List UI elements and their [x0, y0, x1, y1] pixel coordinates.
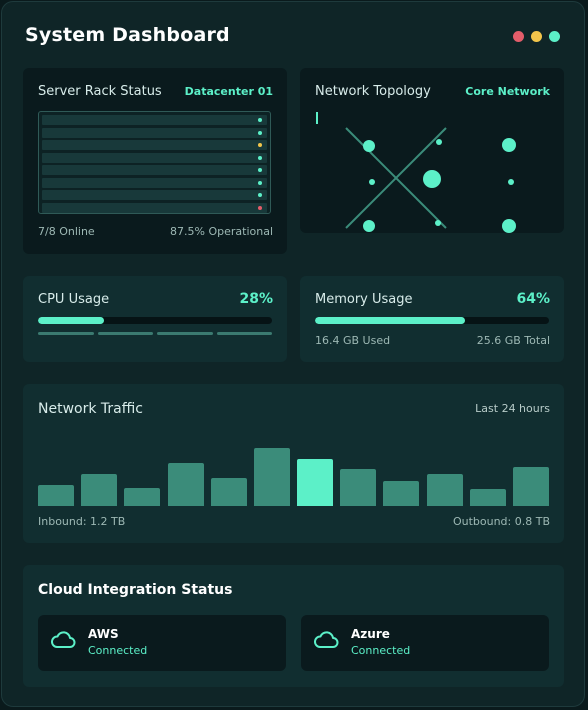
- network-topology-card: Network Topology Core Network: [300, 68, 564, 233]
- traffic-bar: [513, 466, 549, 506]
- traffic-bar: [253, 448, 290, 506]
- topology-graph: [316, 112, 516, 233]
- window-controls: [513, 31, 560, 42]
- topology-node: [502, 138, 516, 152]
- topology-node: [435, 220, 441, 226]
- rack-unit: [42, 165, 267, 175]
- provider-status: Connected: [88, 644, 148, 657]
- provider-name: Azure: [351, 627, 390, 641]
- server-rack: [38, 111, 271, 214]
- provider-status: Connected: [351, 644, 411, 657]
- cloud-integration-title: Cloud Integration Status: [38, 582, 233, 598]
- cloud-provider-aws[interactable]: AWS Connected: [38, 615, 286, 671]
- network-traffic-card: Network Traffic Last 24 hours Inbound: 1…: [23, 384, 564, 543]
- traffic-bar: [81, 474, 118, 506]
- cloud-integration-card: Cloud Integration Status AWS Connected A…: [23, 565, 564, 687]
- rack-unit: [42, 202, 267, 213]
- rack-status-led: [258, 205, 262, 210]
- provider-name: AWS: [88, 627, 119, 641]
- traffic-bar: [38, 485, 74, 506]
- traffic-bar-chart: [38, 436, 549, 506]
- cpu-core-segment: [157, 332, 213, 335]
- cpu-core-segment: [38, 332, 94, 335]
- rack-unit: [42, 177, 267, 188]
- cpu-usage-percent: 28%: [239, 291, 273, 307]
- rack-unit: [42, 115, 267, 125]
- memory-usage-title: Memory Usage: [315, 292, 413, 307]
- topology-node: [363, 140, 375, 152]
- close-dot[interactable]: [513, 31, 524, 42]
- rack-status-led: [258, 118, 262, 122]
- rack-status-led: [258, 180, 262, 185]
- rack-unit: [42, 152, 267, 163]
- dashboard-window: System Dashboard Server Rack Status Data…: [1, 1, 585, 707]
- rack-status-led: [258, 168, 262, 172]
- topology-node: [363, 220, 375, 232]
- cpu-core-indicators: [38, 332, 272, 335]
- traffic-bar: [383, 481, 420, 506]
- traffic-period: Last 24 hours: [475, 402, 550, 415]
- rack-status-led: [258, 155, 262, 160]
- traffic-bar: [210, 478, 247, 506]
- cloud-provider-azure[interactable]: Azure Connected: [301, 615, 549, 671]
- rack-unit: [42, 140, 267, 150]
- traffic-bar: [340, 469, 377, 506]
- topology-node: [502, 219, 516, 233]
- inbound-total: Inbound: 1.2 TB: [38, 515, 126, 528]
- topology-node: [508, 179, 514, 185]
- maximize-dot[interactable]: [549, 31, 560, 42]
- cpu-core-segment: [216, 332, 272, 335]
- memory-total: 25.6 GB Total: [476, 334, 550, 347]
- outbound-total: Outbound: 0.8 TB: [452, 515, 550, 528]
- traffic-bar: [426, 474, 463, 506]
- rack-status-led: [258, 130, 262, 135]
- datacenter-badge: Datacenter 01: [184, 85, 273, 98]
- cpu-core-segment: [97, 332, 153, 335]
- memory-usage-bar: [315, 317, 549, 324]
- server-rack-card: Server Rack Status Datacenter 01 7/8 Onl…: [23, 68, 287, 254]
- cpu-usage-fill: [38, 317, 104, 324]
- network-traffic-title: Network Traffic: [38, 401, 143, 417]
- rack-status-led: [258, 143, 262, 147]
- traffic-bar: [469, 488, 506, 506]
- traffic-bar: [167, 463, 204, 506]
- rack-unit: [42, 190, 267, 200]
- topology-hub: [423, 170, 441, 188]
- cloud-icon: [314, 631, 339, 648]
- traffic-bar: [297, 459, 334, 506]
- minimize-dot[interactable]: [531, 31, 542, 42]
- memory-usage-fill: [315, 317, 465, 324]
- memory-usage-card: Memory Usage 64% 16.4 GB Used 25.6 GB To…: [300, 276, 564, 362]
- operational-percent: 87.5% Operational: [170, 225, 273, 238]
- cpu-usage-title: CPU Usage: [38, 292, 110, 307]
- page-title: System Dashboard: [25, 24, 230, 46]
- topology-node: [369, 179, 375, 185]
- cpu-usage-bar: [38, 317, 272, 324]
- server-rack-title: Server Rack Status: [38, 84, 162, 99]
- cpu-usage-card: CPU Usage 28%: [23, 276, 287, 362]
- rack-unit: [42, 127, 267, 138]
- traffic-bar: [124, 488, 161, 506]
- topology-node: [436, 139, 442, 145]
- rack-status-led: [258, 193, 262, 197]
- cloud-icon: [51, 631, 76, 648]
- online-count: 7/8 Online: [38, 225, 95, 238]
- memory-used: 16.4 GB Used: [315, 334, 391, 347]
- memory-usage-percent: 64%: [516, 291, 550, 307]
